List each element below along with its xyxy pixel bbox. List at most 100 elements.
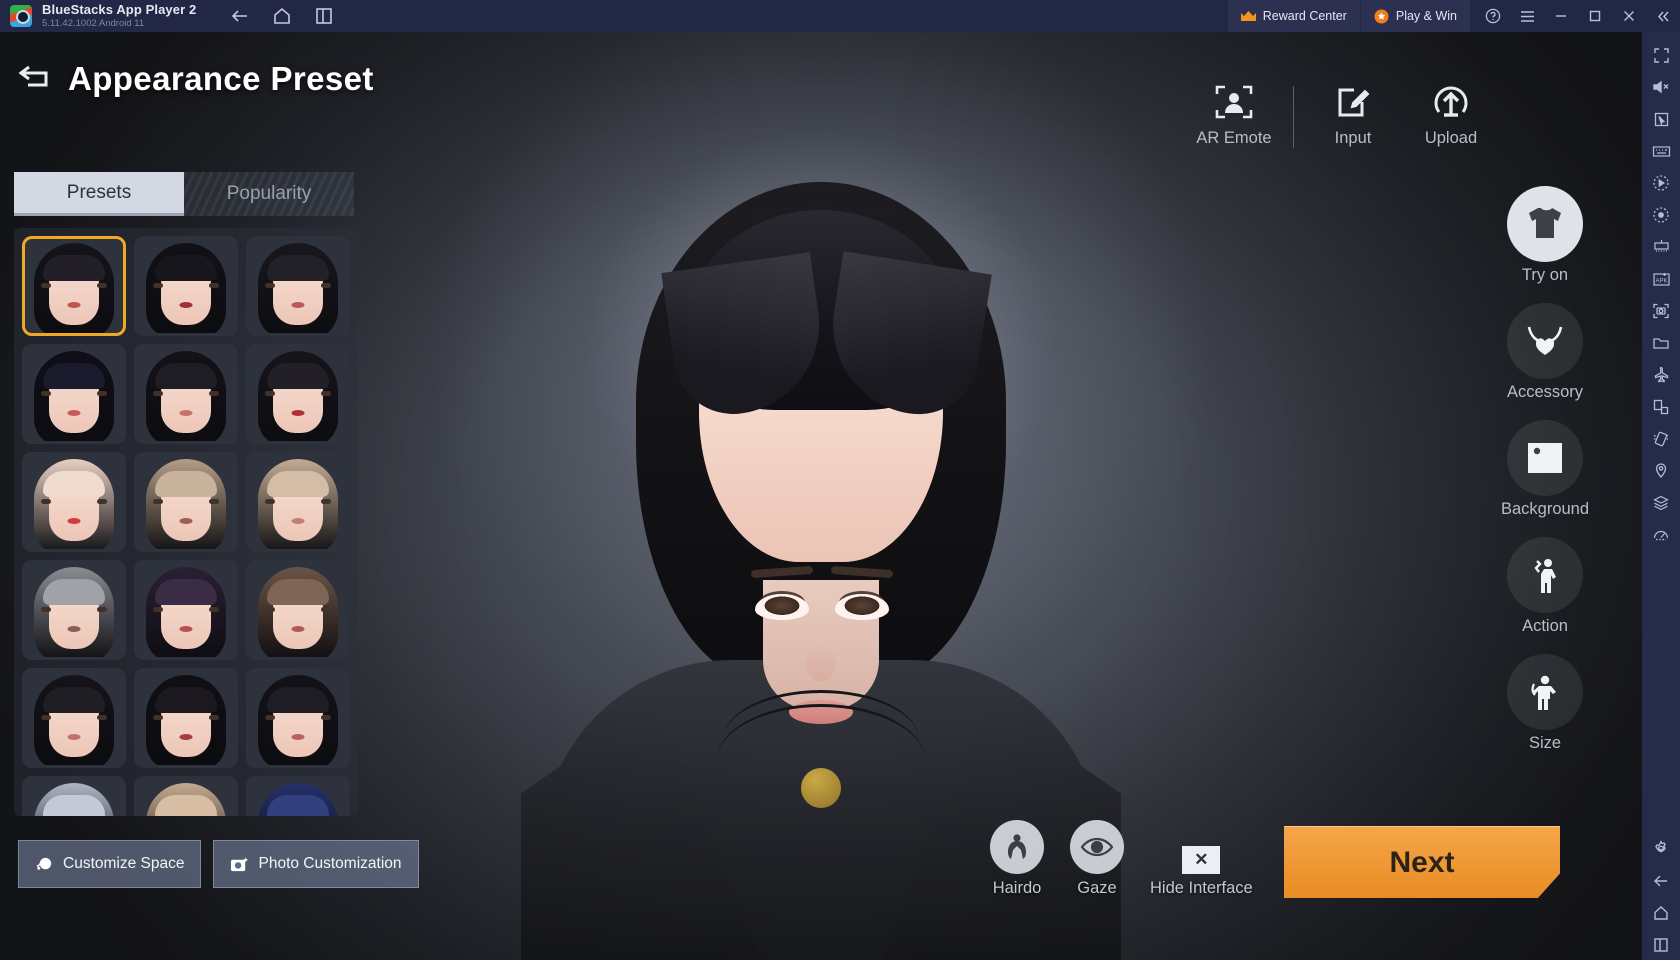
preset-eye-right <box>97 715 107 720</box>
menu-item-background[interactable]: Background <box>1490 420 1600 519</box>
preset-thumb[interactable] <box>134 668 238 768</box>
help-icon[interactable] <box>1476 0 1510 32</box>
preset-thumb[interactable] <box>134 560 238 660</box>
coin-icon <box>1374 9 1389 24</box>
preset-thumb[interactable] <box>246 668 350 768</box>
right-menu: Try on Accessory Background Action Size <box>1490 186 1600 753</box>
preset-tabs: Presets Popularity <box>14 172 354 216</box>
preset-thumb[interactable] <box>134 452 238 552</box>
android-home-icon[interactable] <box>1646 898 1676 928</box>
customize-space-button[interactable]: Customize Space <box>18 840 202 888</box>
preset-thumb[interactable] <box>22 452 126 552</box>
preset-thumb[interactable] <box>22 560 126 660</box>
preset-bang <box>267 471 329 497</box>
body-size-icon <box>1507 654 1583 730</box>
preset-eye-left <box>41 283 51 288</box>
preset-thumb[interactable] <box>22 344 126 444</box>
preset-eye-right <box>209 283 219 288</box>
macro-record-icon[interactable] <box>1646 168 1676 198</box>
preset-thumb[interactable] <box>22 776 126 816</box>
android-recents-icon[interactable] <box>1646 930 1676 960</box>
menu-icon[interactable] <box>1510 0 1544 32</box>
input-button[interactable]: Input <box>1304 82 1402 148</box>
preset-thumb[interactable] <box>246 344 350 444</box>
preset-eye-left <box>153 607 163 612</box>
menu-label-action: Action <box>1522 617 1568 635</box>
airplane-icon[interactable] <box>1646 360 1676 390</box>
preset-thumb[interactable] <box>134 236 238 336</box>
minimize-icon[interactable] <box>1544 0 1578 32</box>
preset-thumb[interactable] <box>246 452 350 552</box>
cursor-icon[interactable] <box>1646 104 1676 134</box>
preset-eye-right <box>321 715 331 720</box>
menu-item-accessory[interactable]: Accessory <box>1490 303 1600 402</box>
hide-interface-button[interactable]: ✕ Hide Interface <box>1150 846 1253 898</box>
preset-bang <box>267 579 329 605</box>
performance-icon[interactable] <box>1646 520 1676 550</box>
home-icon[interactable] <box>272 6 292 26</box>
menu-label-accessory: Accessory <box>1506 383 1584 401</box>
shake-icon[interactable] <box>1646 424 1676 454</box>
location-icon[interactable] <box>1646 456 1676 486</box>
upload-button[interactable]: Upload <box>1402 82 1500 148</box>
multi-instance-manager-icon[interactable] <box>1646 232 1676 262</box>
hide-interface-icon: ✕ <box>1182 846 1221 874</box>
reward-center-label: Reward Center <box>1262 9 1347 23</box>
gaze-button[interactable]: Gaze <box>1070 820 1124 898</box>
bluestacks-app-name: BlueStacks App Player 2 <box>42 2 197 18</box>
preset-thumb[interactable] <box>22 668 126 768</box>
script-icon[interactable] <box>1646 200 1676 230</box>
preset-lip <box>179 410 193 416</box>
preset-grid-scroll[interactable] <box>14 228 358 816</box>
preset-thumb[interactable] <box>134 776 238 816</box>
keyboard-icon[interactable] <box>1646 136 1676 166</box>
collapse-sidebar-icon[interactable] <box>1646 0 1680 32</box>
photo-customization-button[interactable]: Photo Customization <box>213 840 419 888</box>
fullscreen-icon[interactable] <box>1646 40 1676 70</box>
tshirt-icon <box>1507 186 1583 262</box>
preset-thumb[interactable] <box>22 236 126 336</box>
bluestacks-title-block: BlueStacks App Player 2 5.11.42.1002 And… <box>42 3 196 29</box>
preset-eye-right <box>97 607 107 612</box>
menu-item-tryon[interactable]: Try on <box>1490 186 1600 285</box>
rotate-screen-icon[interactable] <box>1646 392 1676 422</box>
maximize-icon[interactable] <box>1578 0 1612 32</box>
gaze-label: Gaze <box>1077 879 1117 897</box>
media-manager-icon[interactable] <box>1646 328 1676 358</box>
preset-eye-left <box>153 499 163 504</box>
customize-space-label: Customize Space <box>63 855 185 872</box>
preset-thumb[interactable] <box>246 776 350 816</box>
page-header: Appearance Preset <box>18 60 374 98</box>
reward-center-button[interactable]: Reward Center <box>1227 0 1360 32</box>
preset-eye-left <box>265 715 275 720</box>
bluestacks-titlebar: BlueStacks App Player 2 5.11.42.1002 And… <box>0 0 1680 32</box>
preset-eye-right <box>321 499 331 504</box>
ar-emote-button[interactable]: AR Emote <box>1185 82 1283 148</box>
preset-thumb[interactable] <box>134 344 238 444</box>
bluestacks-version: 5.11.42.1002 Android 11 <box>42 17 145 29</box>
hairdo-icon <box>990 820 1044 874</box>
screenshot-icon[interactable] <box>1646 296 1676 326</box>
back-arrow-icon[interactable] <box>18 64 52 94</box>
multi-instance-icon[interactable] <box>314 6 334 26</box>
preset-thumb[interactable] <box>246 236 350 336</box>
install-apk-icon[interactable]: APK <box>1646 264 1676 294</box>
android-back-icon[interactable] <box>1646 866 1676 896</box>
menu-item-action[interactable]: Action <box>1490 537 1600 636</box>
settings-gear-icon[interactable] <box>1646 834 1676 864</box>
hairdo-button[interactable]: Hairdo <box>990 820 1044 898</box>
preset-eye-right <box>209 715 219 720</box>
mute-icon[interactable] <box>1646 72 1676 102</box>
preset-lip <box>291 410 305 416</box>
back-icon[interactable] <box>230 6 250 26</box>
menu-item-size[interactable]: Size <box>1490 654 1600 753</box>
close-icon[interactable] <box>1612 0 1646 32</box>
bottom-center-tools: Hairdo Gaze ✕ Hide Interface <box>990 820 1253 898</box>
next-button[interactable]: Next <box>1284 826 1560 898</box>
layers-icon[interactable] <box>1646 488 1676 518</box>
preset-thumb[interactable] <box>246 560 350 660</box>
play-and-win-button[interactable]: Play & Win <box>1360 0 1470 32</box>
tab-presets[interactable]: Presets <box>14 172 184 216</box>
preset-bang <box>267 687 329 713</box>
tab-popularity[interactable]: Popularity <box>184 172 354 216</box>
